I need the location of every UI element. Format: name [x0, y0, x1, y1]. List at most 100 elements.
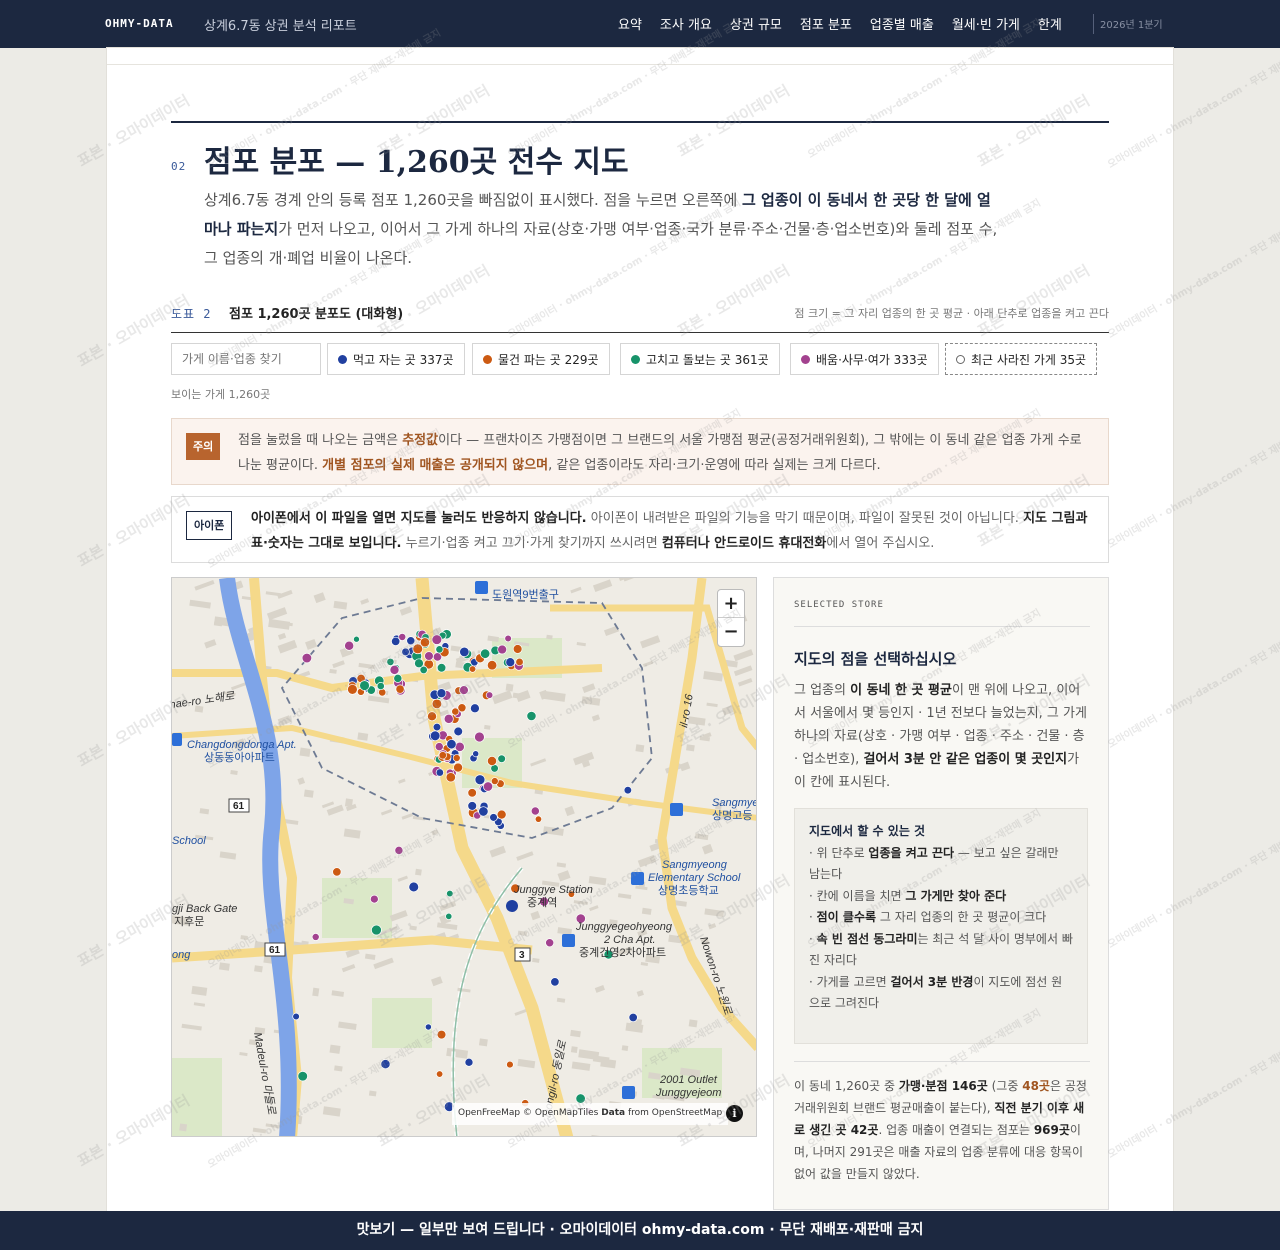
store-marker[interactable]: [297, 1070, 308, 1082]
store-marker[interactable]: [427, 711, 437, 722]
nav-link-distribution[interactable]: 점포 분포: [800, 14, 852, 33]
store-marker[interactable]: [353, 635, 360, 643]
nav-link-limits[interactable]: 한계: [1038, 14, 1062, 33]
store-marker[interactable]: [332, 867, 342, 877]
store-marker[interactable]: [436, 1029, 447, 1040]
store-marker[interactable]: [534, 815, 543, 823]
store-marker[interactable]: [474, 774, 486, 786]
store-marker[interactable]: [453, 726, 463, 737]
store-marker[interactable]: [408, 881, 419, 893]
store-marker[interactable]: [445, 912, 453, 920]
store-marker[interactable]: [459, 646, 470, 657]
store-marker[interactable]: [292, 1012, 300, 1021]
store-marker[interactable]: [497, 644, 508, 655]
store-marker[interactable]: [406, 636, 416, 646]
store-marker[interactable]: [359, 680, 370, 691]
store-marker[interactable]: [380, 1059, 391, 1070]
store-marker[interactable]: [496, 809, 507, 820]
store-marker[interactable]: [504, 634, 512, 643]
store-marker[interactable]: [311, 933, 320, 941]
store-marker[interactable]: [575, 1093, 586, 1104]
filter-chip-service[interactable]: 고치고 돌보는 곳 361곳: [620, 343, 780, 375]
store-marker[interactable]: [412, 643, 424, 655]
store-marker[interactable]: [389, 664, 400, 675]
map-canvas[interactable]: 도원역9번출구 Changdongdonga Apt. 상동동아아파트 Jung…: [172, 578, 757, 1137]
nav-link-rent[interactable]: 월세·빈 가게: [952, 14, 1020, 33]
store-marker[interactable]: [376, 681, 385, 691]
zoom-in-button[interactable]: +: [718, 590, 744, 618]
store-marker[interactable]: [446, 739, 457, 750]
nav-link-summary[interactable]: 요약: [618, 14, 642, 33]
attribution-text[interactable]: OpenFreeMap © OpenMapTiles: [458, 1108, 601, 1118]
store-marker[interactable]: [453, 762, 463, 773]
store-marker[interactable]: [468, 665, 477, 673]
store-marker[interactable]: [550, 977, 560, 987]
store-marker[interactable]: [436, 688, 447, 699]
store-marker[interactable]: [526, 711, 537, 722]
store-marker[interactable]: [344, 640, 355, 651]
store-marker[interactable]: [530, 806, 540, 816]
store-marker[interactable]: [414, 658, 424, 669]
store-marker[interactable]: [445, 772, 456, 783]
store-marker[interactable]: [487, 756, 497, 766]
store-map[interactable]: 도원역9번출구 Changdongdonga Apt. 상동동아아파트 Jung…: [171, 577, 757, 1137]
store-marker[interactable]: [515, 657, 524, 667]
filter-chip-retail[interactable]: 물건 파는 곳 229곳: [472, 343, 610, 375]
nav-link-scale[interactable]: 상권 규모: [730, 14, 782, 33]
store-marker[interactable]: [435, 645, 444, 654]
store-marker[interactable]: [386, 657, 395, 666]
store-marker[interactable]: [470, 703, 480, 714]
store-marker[interactable]: [464, 1057, 474, 1067]
nav-link-survey[interactable]: 조사 개요: [660, 14, 712, 33]
store-marker[interactable]: [454, 741, 465, 752]
store-marker[interactable]: [424, 1023, 432, 1031]
store-marker[interactable]: [398, 633, 407, 641]
store-marker[interactable]: [432, 722, 442, 732]
store-marker[interactable]: [480, 648, 491, 659]
store-marker[interactable]: [434, 742, 444, 752]
store-marker[interactable]: [451, 707, 460, 716]
store-marker[interactable]: [506, 1060, 514, 1069]
store-marker[interactable]: [467, 788, 477, 798]
store-marker[interactable]: [443, 713, 454, 724]
store-marker[interactable]: [474, 731, 485, 743]
store-marker[interactable]: [490, 777, 499, 785]
store-marker[interactable]: [394, 845, 404, 855]
store-marker[interactable]: [472, 750, 480, 758]
store-marker[interactable]: [628, 1012, 638, 1023]
store-marker[interactable]: [489, 813, 498, 822]
store-marker[interactable]: [431, 698, 443, 709]
store-marker[interactable]: [436, 663, 447, 673]
store-marker[interactable]: [452, 754, 461, 762]
store-marker[interactable]: [485, 691, 494, 699]
nav-link-sales[interactable]: 업종별 매출: [870, 14, 934, 33]
store-marker[interactable]: [486, 660, 498, 671]
store-marker[interactable]: [497, 754, 506, 763]
filter-chip-closed[interactable]: 최근 사라진 가게 35곳: [945, 343, 1098, 375]
store-marker[interactable]: [429, 730, 441, 742]
store-marker[interactable]: [435, 768, 444, 777]
brand-logo[interactable]: OHMY-DATA: [105, 17, 174, 30]
filter-chip-education[interactable]: 배움·사무·여가 333곳: [790, 343, 939, 375]
store-marker[interactable]: [623, 786, 632, 795]
store-marker[interactable]: [369, 894, 379, 904]
zoom-out-button[interactable]: −: [718, 618, 744, 646]
info-icon[interactable]: i: [726, 1105, 743, 1122]
store-marker[interactable]: [435, 1070, 444, 1078]
store-marker[interactable]: [401, 647, 410, 657]
store-search-input[interactable]: [171, 343, 321, 375]
store-marker[interactable]: [431, 634, 443, 645]
filter-chip-food[interactable]: 먹고 자는 곳 337곳: [327, 343, 465, 375]
store-marker[interactable]: [467, 801, 477, 811]
store-marker[interactable]: [395, 684, 405, 694]
store-marker[interactable]: [347, 684, 358, 695]
store-marker[interactable]: [424, 651, 434, 661]
store-marker[interactable]: [545, 938, 555, 948]
store-marker[interactable]: [505, 657, 516, 668]
store-marker[interactable]: [393, 673, 403, 683]
attribution-source[interactable]: from OpenStreetMap: [625, 1108, 722, 1118]
store-marker[interactable]: [482, 781, 494, 792]
store-marker[interactable]: [438, 751, 447, 760]
store-marker[interactable]: [512, 644, 523, 654]
store-marker[interactable]: [301, 652, 313, 664]
